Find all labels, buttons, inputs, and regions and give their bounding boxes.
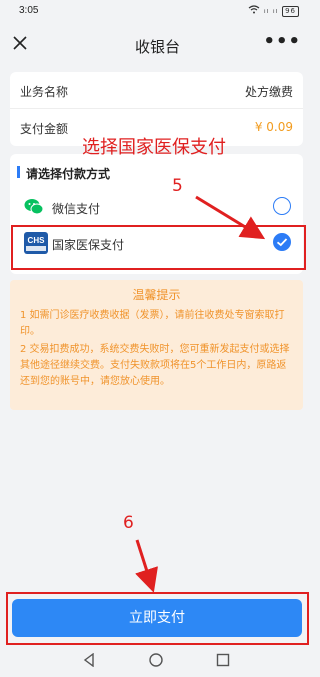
recents-icon[interactable] bbox=[216, 652, 230, 671]
system-nav-bar bbox=[0, 646, 315, 677]
annotation-arrow-5 bbox=[195, 195, 266, 240]
home-icon[interactable] bbox=[149, 652, 163, 671]
annotation-arrow-6 bbox=[135, 539, 158, 593]
back-icon[interactable] bbox=[82, 652, 96, 671]
pay-now-button[interactable]: 立即支付 bbox=[12, 599, 302, 637]
annotation-arrows bbox=[135, 195, 266, 593]
